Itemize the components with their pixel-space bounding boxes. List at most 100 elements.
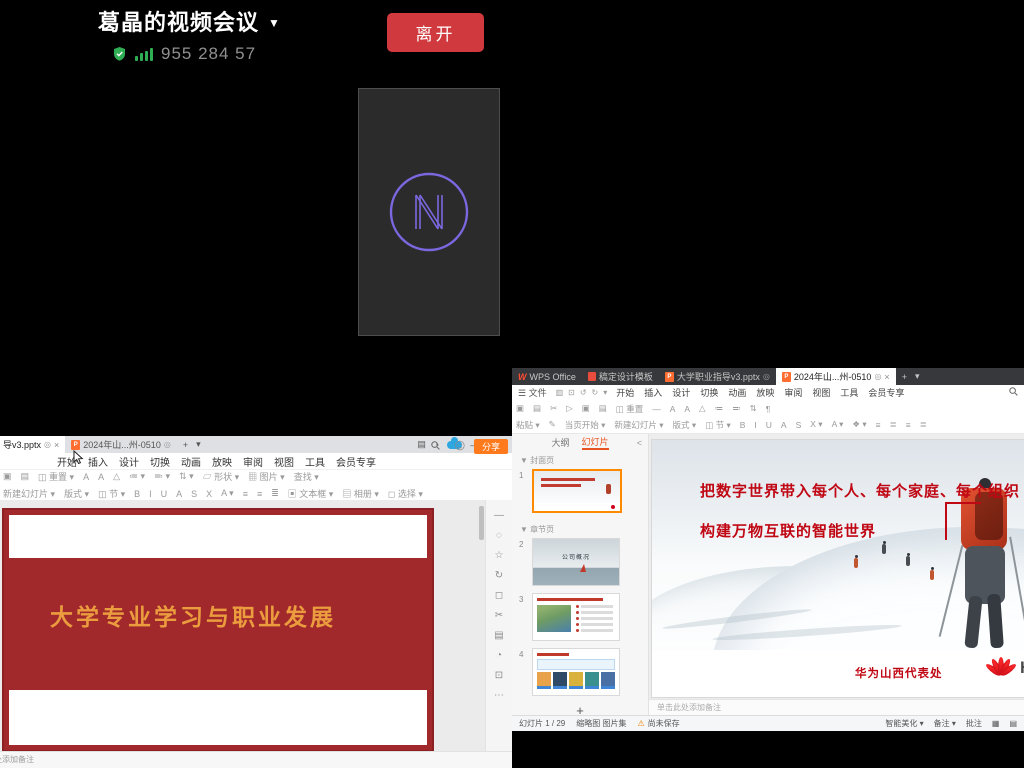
toolbar-item[interactable]: A bbox=[176, 489, 182, 499]
slide-footer-text[interactable]: 华为山西代表处 bbox=[855, 665, 943, 681]
tab-slides[interactable]: 幻灯片 bbox=[582, 435, 609, 450]
side-panel-icon[interactable]: ⊡ bbox=[495, 670, 503, 681]
toolbar-item[interactable]: — bbox=[652, 404, 661, 414]
close-tab-icon[interactable]: × bbox=[54, 440, 59, 450]
toolbar-item[interactable]: A bbox=[670, 404, 676, 414]
toolbar-item[interactable]: ≣ bbox=[890, 419, 897, 430]
toolbar-item[interactable]: ◫ 节 ▾ bbox=[705, 419, 731, 431]
toolbar-item[interactable]: ▣ bbox=[3, 471, 12, 482]
leave-meeting-button[interactable]: 离开 bbox=[387, 13, 484, 52]
toolbar-item[interactable]: ▣ 文本框 ▾ bbox=[288, 487, 334, 500]
toolbar-item[interactable]: 新建幻灯片 ▾ bbox=[614, 419, 663, 431]
doc-tab-active[interactable]: 导v3.pptx ◎ × bbox=[0, 436, 65, 453]
ribbon-menu-item[interactable]: 放映 bbox=[212, 454, 232, 469]
home-tab[interactable]: W WPS Office bbox=[512, 368, 582, 385]
side-panel-icon[interactable]: ☆ bbox=[495, 550, 504, 561]
notes-bar[interactable]: 单击此处添加备注 bbox=[0, 751, 512, 768]
section-label-cover[interactable]: ▼ 封面页 bbox=[512, 451, 648, 469]
collab-avatar-icon[interactable]: ☺ bbox=[452, 437, 468, 455]
pin-icon[interactable]: ◎ bbox=[164, 440, 171, 449]
tab-outline[interactable]: 大纲 bbox=[551, 436, 569, 449]
pin-icon[interactable]: ◎ bbox=[874, 372, 881, 381]
toolbar-item[interactable]: A bbox=[83, 472, 89, 482]
close-tab-icon[interactable]: × bbox=[884, 372, 889, 382]
ribbon-menu-item[interactable]: 视图 bbox=[812, 386, 830, 399]
ribbon-menu-item[interactable]: 会员专享 bbox=[336, 454, 376, 469]
ribbon-menu-item[interactable]: 切换 bbox=[150, 454, 170, 469]
doc-tab[interactable]: P 大学职业指导v3.pptx ◎ bbox=[659, 368, 776, 385]
side-panel-icon[interactable]: ◔ bbox=[496, 650, 502, 661]
ribbon-menu-item[interactable]: 插入 bbox=[88, 454, 108, 469]
slide-editor-surface[interactable]: 把数字世界带入每个人、每个家庭、每个组织 构建万物互联的智能世界 华为山西代表处… bbox=[652, 440, 1024, 697]
ribbon-menu-item[interactable]: 视图 bbox=[274, 454, 294, 469]
ribbon-menu-item[interactable]: 设计 bbox=[119, 454, 139, 469]
toolbar-item[interactable]: ≡ bbox=[906, 420, 911, 430]
slide-title-text[interactable]: 大学专业学习与职业发展 bbox=[50, 598, 336, 632]
layout-grid-icon[interactable]: ▤ bbox=[417, 439, 426, 450]
toolbar-item[interactable]: △ bbox=[113, 471, 120, 482]
notes-toggle[interactable]: 备注 ▾ bbox=[934, 718, 956, 729]
toolbar-item[interactable]: ▤ bbox=[599, 403, 607, 414]
section-label-chapter[interactable]: ▼ 章节页 bbox=[512, 520, 648, 538]
quick-icon[interactable]: ▾ bbox=[603, 388, 607, 397]
ribbon-menu-item[interactable]: 插入 bbox=[644, 386, 662, 399]
toolbar-item[interactable]: ▣ bbox=[582, 403, 590, 414]
toolbar-item[interactable]: ✂ bbox=[550, 403, 557, 414]
toolbar-item[interactable]: ≡ bbox=[876, 420, 881, 430]
doc-tab[interactable]: 稿定设计模板 bbox=[582, 368, 659, 385]
view-mode-label[interactable]: 缩略图 图片集 bbox=[576, 718, 626, 729]
toolbar-item[interactable]: ⇅ ▾ bbox=[179, 471, 194, 482]
toolbar-item[interactable]: ▣ bbox=[516, 403, 524, 414]
doc-tab-active[interactable]: P 2024年山...州-0510 ◎ × bbox=[776, 368, 896, 385]
toolbar-item[interactable]: ⇅ bbox=[750, 403, 757, 414]
toolbar-item[interactable]: ◫ 节 ▾ bbox=[98, 487, 125, 500]
ribbon-menu-item[interactable]: 审阅 bbox=[243, 454, 263, 469]
toolbar-item[interactable]: ≕ bbox=[732, 403, 741, 414]
slide-editor-surface[interactable]: 大学专业学习与职业发展 bbox=[2, 508, 434, 752]
ribbon-menu-item[interactable]: 工具 bbox=[305, 454, 325, 469]
quick-icon[interactable]: ▥ bbox=[556, 388, 564, 397]
toolbar-item[interactable]: ▦ 图片 ▾ bbox=[248, 470, 285, 483]
toolbar-item[interactable]: X bbox=[206, 489, 212, 499]
toolbar-item[interactable]: X ▾ bbox=[810, 419, 822, 430]
slide-slogan-line-2[interactable]: 构建万物互联的智能世界 bbox=[700, 520, 876, 541]
toolbar-item[interactable]: ≣ bbox=[271, 488, 279, 499]
chevron-down-icon[interactable]: ▼ bbox=[268, 16, 281, 30]
toolbar-item[interactable]: S bbox=[796, 420, 802, 430]
slide-thumbnail-3[interactable] bbox=[532, 593, 620, 641]
toolbar-item[interactable]: ▤ bbox=[533, 403, 541, 414]
toolbar-item[interactable]: ▱ 形状 ▾ bbox=[203, 470, 240, 483]
toolbar-item[interactable]: ✎ bbox=[549, 419, 556, 430]
toolbar-item[interactable]: S bbox=[191, 489, 197, 499]
toolbar-item[interactable]: ≡ bbox=[257, 489, 262, 499]
toolbar-item[interactable]: ▤ bbox=[21, 471, 30, 482]
quick-icon[interactable]: ↻ bbox=[592, 388, 599, 397]
share-button[interactable]: 分享 bbox=[474, 439, 508, 454]
side-panel-icon[interactable]: ✂ bbox=[495, 610, 503, 621]
toolbar-item[interactable]: B bbox=[134, 489, 140, 499]
side-panel-icon[interactable]: ◻ bbox=[495, 590, 503, 601]
ribbon-menu-item[interactable]: 切换 bbox=[700, 386, 718, 399]
new-tab-button[interactable]: + bbox=[896, 368, 913, 385]
ribbon-menu-item[interactable]: 设计 bbox=[672, 386, 690, 399]
pin-icon[interactable]: ◎ bbox=[44, 440, 51, 449]
toolbar-item[interactable]: I bbox=[149, 489, 152, 499]
toolbar-item[interactable]: I bbox=[754, 420, 756, 430]
quick-icon[interactable]: ⊡ bbox=[568, 388, 575, 397]
comments-toggle[interactable]: 批注 bbox=[966, 718, 982, 729]
toolbar-item[interactable]: B bbox=[740, 420, 746, 430]
toolbar-item[interactable]: 查找 ▾ bbox=[294, 470, 319, 483]
slide-thumbnail-2[interactable]: 公司概况 bbox=[532, 538, 620, 586]
toolbar-item[interactable]: ▷ bbox=[566, 403, 573, 414]
toolbar-item[interactable]: 粘贴 ▾ bbox=[516, 419, 540, 431]
toolbar-item[interactable]: 版式 ▾ bbox=[64, 487, 89, 500]
toolbar-item[interactable]: ◫ 重置 bbox=[616, 403, 643, 415]
toolbar-item[interactable]: A ▾ bbox=[221, 488, 234, 499]
view-sorter-icon[interactable]: ▤ bbox=[1009, 719, 1017, 728]
collapse-panel-icon[interactable]: < bbox=[637, 438, 642, 448]
ribbon-menu-item[interactable]: 动画 bbox=[728, 386, 746, 399]
toolbar-item[interactable]: 版式 ▾ bbox=[673, 419, 697, 431]
quick-icon[interactable]: ↺ bbox=[580, 388, 587, 397]
toolbar-item[interactable]: ❖ ▾ bbox=[852, 419, 866, 430]
slide-thumbnail-4[interactable] bbox=[532, 648, 620, 696]
